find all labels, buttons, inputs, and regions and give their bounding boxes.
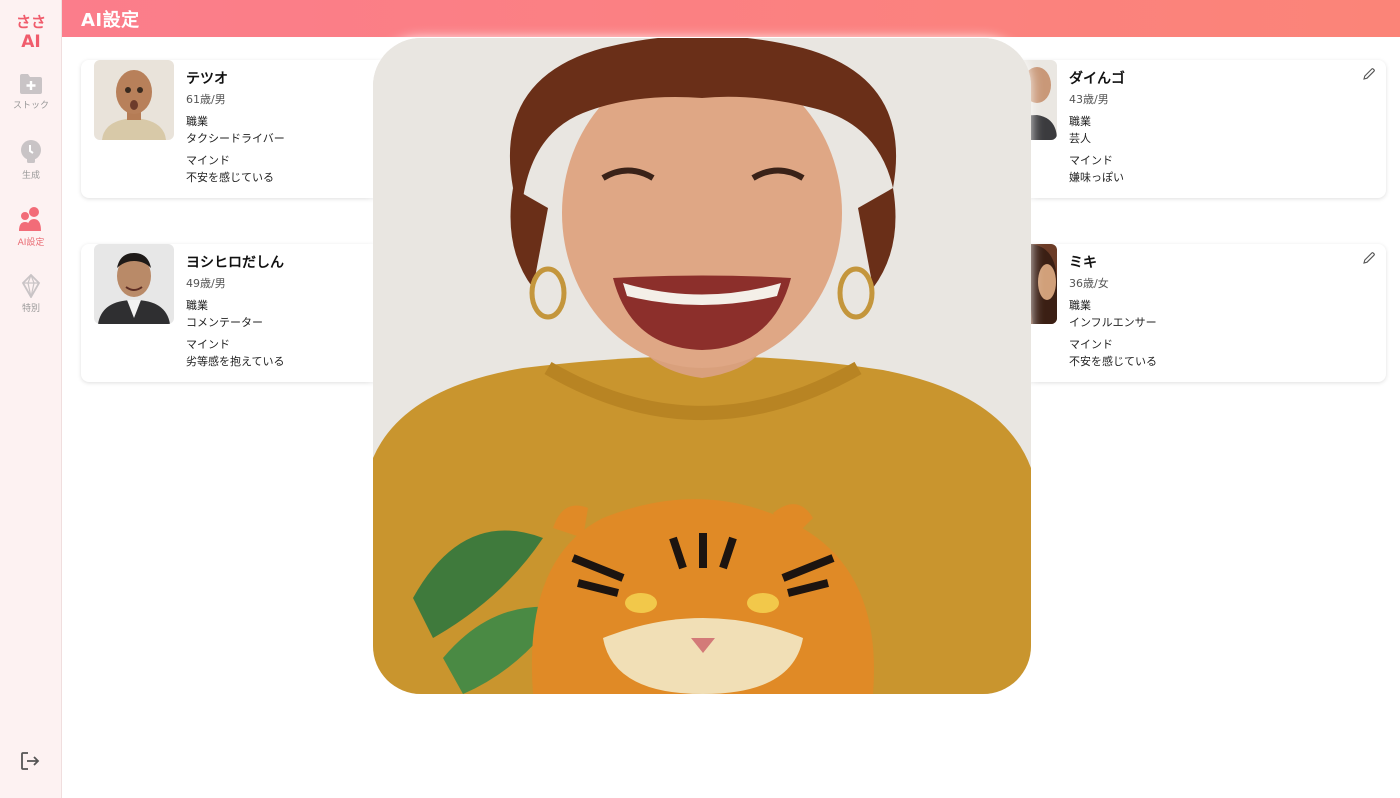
mind-label: マインド xyxy=(1069,338,1113,351)
job-label: 職業 xyxy=(1069,299,1091,312)
mind-value: 劣等感を抱えている xyxy=(186,355,285,368)
persona-age-gender: 49歳/男 xyxy=(186,277,226,290)
mind-value: 不安を感じている xyxy=(1069,355,1157,368)
enlarged-avatar-image[interactable] xyxy=(373,38,1031,694)
edit-pencil-icon[interactable] xyxy=(1362,67,1376,81)
folder-plus-icon xyxy=(20,74,42,94)
avatar xyxy=(94,244,174,324)
edit-pencil-icon[interactable] xyxy=(1362,251,1376,265)
sidebar-item-label: 生成 xyxy=(21,171,40,181)
persona-age-gender: 61歳/男 xyxy=(186,93,226,106)
persona-name: ダイんゴ xyxy=(1069,71,1125,87)
svg-text:ささ: ささ xyxy=(16,13,46,31)
page-title: AI設定 xyxy=(81,10,140,31)
sidebar-item-stock[interactable]: ストック xyxy=(0,73,62,111)
sidebar: ささ AI ストック 生成 AI設定 特別 xyxy=(0,0,62,798)
persona-name: テツオ xyxy=(186,71,228,87)
avatar xyxy=(94,60,174,140)
mind-label: マインド xyxy=(186,338,230,351)
job-value: タクシードライバー xyxy=(186,132,285,145)
sidebar-item-label: AI設定 xyxy=(17,238,45,248)
persona-age-gender: 43歳/男 xyxy=(1069,93,1109,106)
persona-name: ヨシヒロだしん xyxy=(186,255,284,271)
job-label: 職業 xyxy=(186,115,208,128)
mind-value: 嫌味っぽい xyxy=(1069,171,1124,184)
persona-age-gender: 36歳/女 xyxy=(1069,277,1109,290)
sidebar-item-special[interactable]: 特別 xyxy=(0,274,62,314)
mind-label: マインド xyxy=(1069,154,1113,167)
users-icon xyxy=(19,207,41,231)
job-value: 芸人 xyxy=(1069,132,1091,145)
job-label: 職業 xyxy=(1069,115,1091,128)
job-value: インフルエンサー xyxy=(1069,316,1157,329)
sidebar-item-label: ストック xyxy=(12,101,49,111)
mind-value: 不安を感じている xyxy=(186,171,274,184)
lightbulb-icon xyxy=(21,140,41,163)
app-logo[interactable]: ささ AI xyxy=(12,10,50,50)
job-label: 職業 xyxy=(186,299,208,312)
sidebar-item-ai-settings[interactable]: AI設定 xyxy=(0,206,62,248)
mind-label: マインド xyxy=(186,154,230,167)
header: AI設定 xyxy=(62,0,1400,37)
portrait-illustration xyxy=(373,38,1031,694)
logout-icon[interactable] xyxy=(19,750,41,772)
job-value: コメンテーター xyxy=(186,316,263,329)
svg-text:AI: AI xyxy=(21,32,40,50)
diamond-icon xyxy=(21,274,41,298)
sidebar-item-generate[interactable]: 生成 xyxy=(0,139,62,181)
persona-name: ミキ xyxy=(1069,255,1097,271)
sidebar-item-label: 特別 xyxy=(21,304,40,314)
